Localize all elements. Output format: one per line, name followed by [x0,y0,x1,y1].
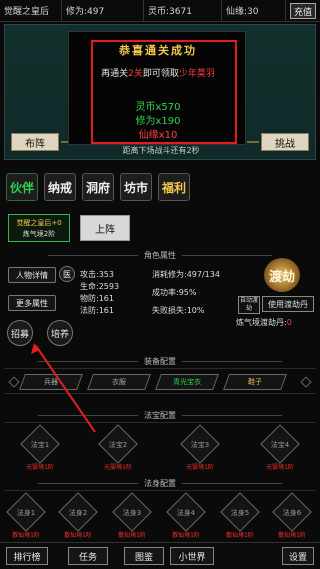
xiuwei-value: 修为:497 [62,0,144,22]
stat-life: 生命:2593 [80,282,120,291]
atlas-button[interactable]: 图鉴 [124,547,164,565]
top-status-bar: 觉醒之皇后 修为:497 灵币:3671 仙缘:30 充值 [0,0,320,22]
equip-armor-slot[interactable]: 青光宝衣 [155,374,219,390]
dujie-pill-number: 0 [286,318,292,327]
partner-name: 觉醒之皇后+0 [16,219,62,227]
dujie-pill-count: 炼气境渡劫丹:0 [236,317,292,328]
recharge-button[interactable]: 充值 [290,3,316,19]
partner-card[interactable]: 觉醒之皇后+0 炼气境2阶 [8,214,70,242]
use-dujie-pill-button[interactable]: 使用渡劫丹 [262,296,314,312]
popup-message: 再通关2关即可领取少年莫羽 [69,66,247,79]
msg-prefix: 再通关 [101,69,129,79]
auto-dujie-button[interactable]: 自动渡劫 [238,296,260,314]
medicine-button[interactable]: 医 [59,266,75,282]
stat-fail-loss: 失败损失:10% [152,306,205,315]
battle-countdown: 距离下场战斗还有2秒 [122,146,200,155]
xianyuan-value: 仙缘:30 [222,0,286,22]
stat-attack: 攻击:353 [80,270,114,279]
stat-mag-def: 法防:161 [80,306,114,315]
nav-market[interactable]: 坊市 [120,173,152,201]
body-slot-2[interactable]: 法身2 散仙境1阶 [58,492,98,539]
recruit-button[interactable]: 招募 [7,320,33,346]
stat-consume-xiuwei: 消耗修为:497/134 [152,270,220,279]
body-slot-1[interactable]: 法身1 散仙境1阶 [6,492,46,539]
nav-welfare[interactable]: 福利 [158,173,190,201]
body-slot-5[interactable]: 法身5 散仙境1阶 [220,492,260,539]
reward-lingbi: 灵币x570 [135,102,181,113]
body-slot-3[interactable]: 法身3 散仙境1阶 [112,492,152,539]
rank-button[interactable]: 排行榜 [6,547,48,565]
bottom-nav-bar: 排行榜 任务 图鉴 小世界 设置 [0,542,320,569]
deploy-button[interactable]: 上阵 [80,215,130,241]
partner-realm: 炼气境2阶 [22,230,56,238]
msg-reward-name: 少年莫羽 [178,69,215,79]
body-slot-4[interactable]: 法身4 散仙境1阶 [166,492,206,539]
treasure-slot-2[interactable]: 法宝2 元婴境1阶 [98,424,138,471]
dujie-button[interactable]: 渡劫 [264,258,300,292]
reward-xianyuan: 仙缘x10 [138,130,178,141]
player-name: 觉醒之皇后 [0,0,62,22]
treasure-title: 法宝配置 [0,410,320,421]
cultivate-button[interactable]: 培养 [47,320,73,346]
msg-mid: 即可领取 [142,69,179,79]
treasure-slot-4[interactable]: 法宝4 元婴境1阶 [260,424,300,471]
treasure-slot-3[interactable]: 法宝3 元婴境1阶 [180,424,220,471]
stage-clear-popup: 恭喜通关成功 再通关2关即可领取少年莫羽 灵币x570 修为x190 仙缘x10 [68,31,246,145]
treasure-slot-1[interactable]: 法宝1 元婴境1阶 [20,424,60,471]
nav-naj[interactable]: 纳戒 [44,173,76,201]
nav-partner[interactable]: 伙伴 [6,173,38,201]
nav-cave[interactable]: 洞府 [82,173,114,201]
equip-clothes-slot[interactable]: 衣服 [87,374,151,390]
equipment-title: 装备配置 [0,356,320,367]
equip-weapon-slot[interactable]: 兵器 [19,374,83,390]
msg-stage-count: 2关 [128,69,143,79]
body-slot-6[interactable]: 法身6 散仙境1阶 [272,492,312,539]
task-button[interactable]: 任务 [68,547,108,565]
body-title: 法身配置 [0,478,320,489]
settings-button[interactable]: 设置 [282,547,314,565]
stat-phys-def: 物防:161 [80,294,114,303]
character-detail-button[interactable]: 人物详情 [8,267,56,283]
stat-success-rate: 成功率:95% [152,288,197,297]
more-attributes-button[interactable]: 更多属性 [8,295,56,311]
popup-title: 恭喜通关成功 [119,44,197,57]
divider-right [247,141,259,143]
equip-shoes-slot[interactable]: 鞋子 [223,374,287,390]
lingbi-value: 灵币:3671 [144,0,222,22]
reward-xiuwei: 修为x190 [135,116,181,127]
small-world-button[interactable]: 小世界 [170,547,214,565]
dujie-pill-label: 炼气境渡劫丹: [236,318,287,327]
